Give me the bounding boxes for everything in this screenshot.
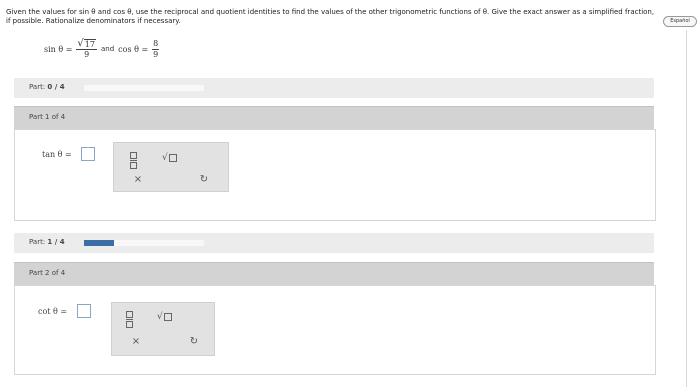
- and-text: and: [100, 45, 115, 53]
- part-header-1: Part 1 of 4: [14, 106, 654, 129]
- fraction-icon[interactable]: [126, 311, 133, 328]
- progress-fill: [84, 240, 114, 246]
- part-body-1: tan θ = √ × ↻: [14, 129, 656, 221]
- square-root-icon[interactable]: √: [162, 153, 177, 163]
- part-progress-value: 0 / 4: [47, 83, 65, 91]
- given-values: sin θ = √ 17 9 and cos θ = 8 9: [44, 37, 160, 61]
- language-toggle-button[interactable]: Español: [663, 16, 697, 27]
- part-progress-value: 1 / 4: [47, 238, 65, 246]
- clear-icon[interactable]: ×: [126, 335, 146, 349]
- cos-fraction: 8 9: [152, 38, 160, 60]
- tan-answer-input[interactable]: [81, 147, 95, 161]
- sin-lhs: sin θ =: [44, 44, 73, 54]
- math-tool-panel: √ × ↻: [111, 302, 215, 356]
- sin-numerator: 17: [83, 38, 96, 49]
- part-progress-bar-1: Part: 0 / 4: [14, 78, 654, 98]
- square-root-icon[interactable]: √: [157, 312, 172, 322]
- undo-icon[interactable]: ↻: [184, 335, 204, 349]
- undo-icon[interactable]: ↻: [194, 173, 214, 187]
- right-divider: [686, 30, 687, 387]
- progress-track: [84, 240, 204, 246]
- cos-denominator: 9: [153, 49, 159, 59]
- cot-answer-input[interactable]: [77, 304, 91, 318]
- part-header-2: Part 2 of 4: [14, 262, 654, 285]
- question-text: Given the values for sin θ and cos θ, us…: [6, 8, 655, 25]
- clear-icon[interactable]: ×: [128, 173, 148, 187]
- cos-numerator: 8: [152, 38, 160, 50]
- part-title: Part 2 of 4: [29, 269, 66, 277]
- fraction-icon[interactable]: [130, 152, 137, 169]
- part-progress-label: Part: 0 / 4: [29, 83, 65, 91]
- part-progress-bar-2: Part: 1 / 4: [14, 233, 654, 253]
- sin-fraction: √ 17 9: [76, 37, 97, 59]
- part-title: Part 1 of 4: [29, 113, 66, 121]
- cot-expression: cot θ =: [38, 307, 68, 316]
- sin-denominator: 9: [84, 49, 90, 59]
- progress-track: [84, 85, 204, 91]
- math-tool-panel: √ × ↻: [113, 142, 229, 192]
- part-progress-label: Part: 1 / 4: [29, 238, 65, 246]
- cos-lhs: cos θ =: [118, 44, 149, 54]
- tan-expression: tan θ =: [42, 150, 72, 159]
- part-body-2: cot θ = √ × ↻: [14, 285, 656, 375]
